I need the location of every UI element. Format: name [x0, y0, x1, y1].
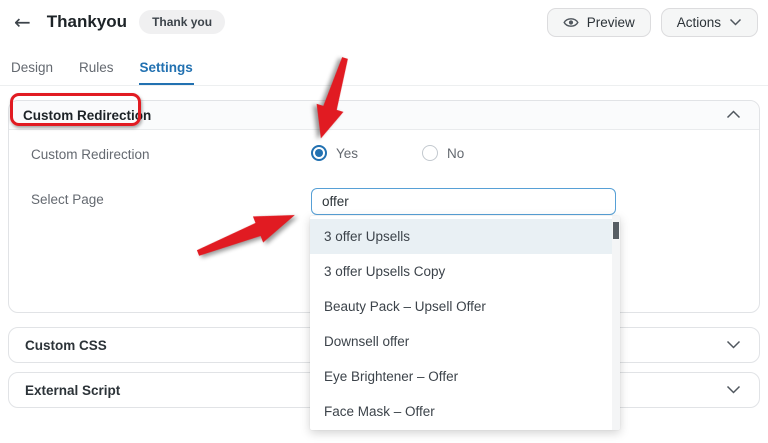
dropdown-item[interactable]: 3 offer Upsells: [310, 219, 620, 254]
dropdown-item[interactable]: Downsell offer: [310, 324, 620, 359]
actions-button[interactable]: Actions: [660, 7, 758, 37]
back-button[interactable]: ←: [10, 12, 35, 32]
dropdown-item[interactable]: 3 offer Upsells Copy: [310, 254, 620, 289]
tab-design[interactable]: Design: [10, 56, 54, 85]
actions-button-label: Actions: [676, 14, 721, 30]
chevron-down-icon: [729, 18, 742, 26]
topbar: ← Thankyou Thank you Preview Actions: [10, 6, 758, 38]
select-page-input[interactable]: [311, 188, 616, 215]
funnel-step-settings-page: ← Thankyou Thank you Preview Actions Des…: [0, 0, 768, 443]
dropdown-scrollbar-thumb[interactable]: [613, 222, 619, 239]
custom-redirection-header[interactable]: Custom Redirection: [9, 101, 759, 130]
chevron-down-icon[interactable]: [726, 336, 741, 354]
radio-yes-circle[interactable]: [311, 145, 327, 161]
radio-yes[interactable]: Yes: [311, 145, 358, 161]
tabs-row: Design Rules Settings: [0, 56, 768, 86]
custom-redirection-title: Custom Redirection: [23, 107, 152, 123]
page-title: Thankyou: [46, 12, 128, 31]
external-script-title: External Script: [25, 382, 121, 398]
custom-redirection-field-label: Custom Redirection: [31, 147, 150, 162]
radio-no-label: No: [447, 145, 465, 161]
tab-settings[interactable]: Settings: [138, 56, 194, 85]
eye-icon: [563, 16, 579, 29]
preview-button-label: Preview: [586, 14, 635, 30]
dropdown-item[interactable]: Face Mask – Offer: [310, 394, 620, 429]
dropdown-item[interactable]: Eye Brightener – Offer: [310, 359, 620, 394]
dropdown-item[interactable]: Beauty Pack – Upsell Offer: [310, 289, 620, 324]
select-page-field-label: Select Page: [31, 192, 104, 207]
chevron-down-icon[interactable]: [726, 381, 741, 399]
preview-button[interactable]: Preview: [546, 7, 651, 37]
select-page-dropdown: 3 offer Upsells 3 offer Upsells Copy Bea…: [310, 216, 620, 430]
custom-redirection-radio-group: Yes No: [311, 145, 464, 161]
tab-rules[interactable]: Rules: [78, 56, 115, 85]
dropdown-scrollbar-track[interactable]: [612, 216, 620, 430]
custom-css-title: Custom CSS: [25, 337, 107, 353]
topbar-right: Preview Actions: [546, 7, 758, 37]
topbar-left: ← Thankyou Thank you: [10, 10, 226, 34]
chevron-up-icon[interactable]: [726, 106, 741, 124]
radio-no-circle[interactable]: [422, 145, 439, 161]
step-type-badge: Thank you: [139, 10, 226, 34]
radio-yes-label: Yes: [336, 145, 359, 161]
radio-no[interactable]: No: [422, 145, 464, 161]
